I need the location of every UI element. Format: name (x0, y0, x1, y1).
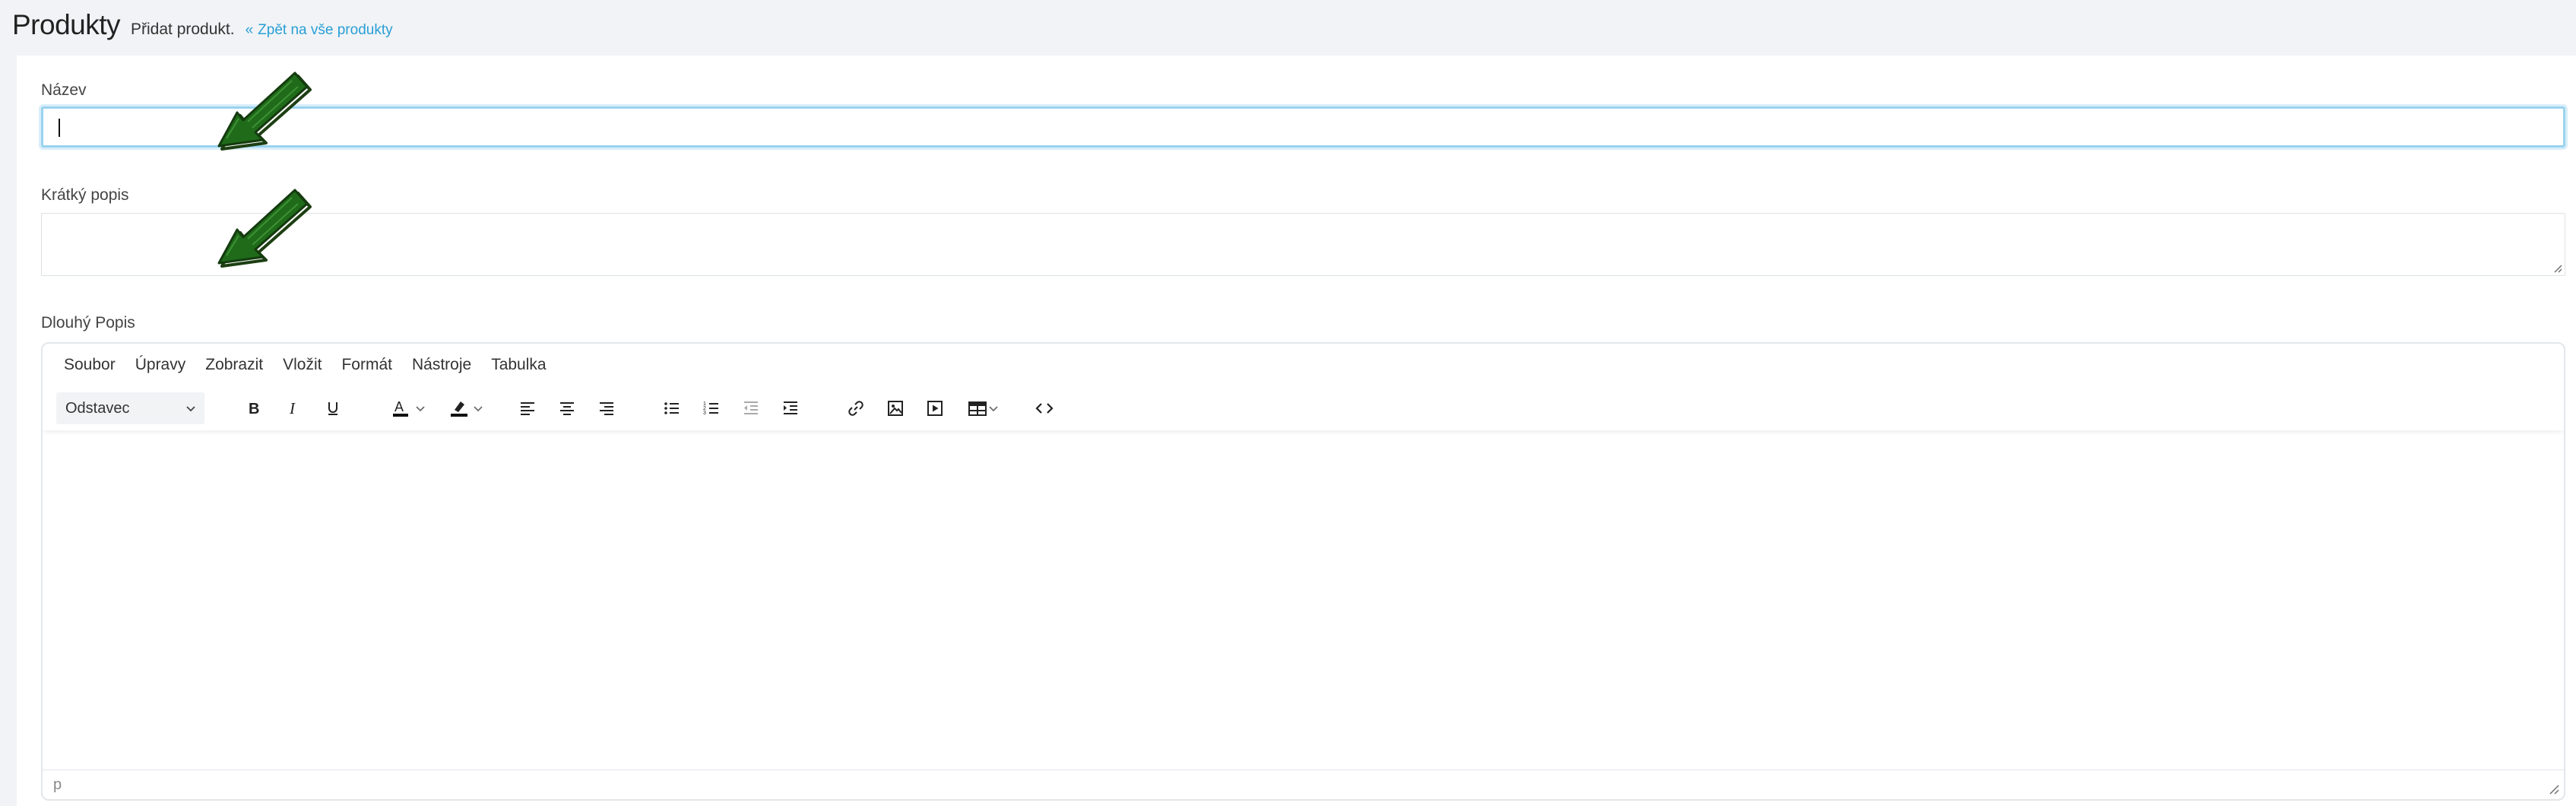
svg-text:B: B (249, 401, 259, 417)
align-left-icon (521, 402, 534, 415)
text-color-icon: A (393, 399, 408, 417)
element-path[interactable]: p (53, 776, 62, 794)
outdent-button[interactable] (737, 394, 765, 423)
menu-insert[interactable]: Vložit (283, 356, 322, 374)
italic-icon: I (289, 399, 296, 417)
image-icon (888, 401, 903, 416)
menu-file[interactable]: Soubor (64, 356, 116, 374)
chevron-down-icon (186, 406, 195, 412)
chevron-down-icon (416, 406, 425, 412)
svg-text:I: I (289, 399, 296, 417)
chevron-down-icon (474, 406, 483, 412)
resize-grip-icon[interactable] (2553, 264, 2562, 273)
double-chevron-left-icon: « (245, 22, 254, 38)
align-left-button[interactable] (514, 394, 541, 423)
insert-link-button[interactable] (842, 394, 870, 423)
link-icon (848, 401, 863, 416)
table-button[interactable] (961, 394, 1006, 423)
editor-toolbar: Odstavec B I A 1 2 3 (43, 386, 2564, 430)
bullet-list-button[interactable] (658, 394, 686, 423)
svg-text:A: A (394, 399, 404, 414)
highlight-color-button[interactable] (442, 394, 491, 423)
indent-icon (784, 401, 797, 414)
text-color-button[interactable]: A (385, 394, 433, 423)
indent-button[interactable] (777, 394, 804, 423)
insert-image-button[interactable] (882, 394, 909, 423)
numbered-list-button[interactable]: 123 (698, 394, 725, 423)
menu-format[interactable]: Formát (341, 356, 392, 374)
block-format-value: Odstavec (65, 399, 130, 417)
table-icon (968, 401, 987, 416)
page-header: Produkty Přidat produkt. « Zpět na vše p… (12, 9, 393, 47)
text-caret (59, 119, 60, 137)
numbered-list-icon: 123 (703, 401, 718, 416)
bold-button[interactable]: B (240, 394, 268, 423)
bold-icon: B (249, 401, 259, 417)
svg-text:3: 3 (703, 411, 706, 416)
insert-media-button[interactable] (921, 394, 949, 423)
menu-table[interactable]: Tabulka (491, 356, 546, 374)
menu-view[interactable]: Zobrazit (205, 356, 263, 374)
short-description-label: Krátký popis (41, 186, 129, 204)
annotation-arrow-icon (217, 71, 312, 151)
media-icon (927, 401, 943, 416)
underline-icon (328, 402, 337, 415)
editor-menubar: Soubor Úpravy Zobrazit Vložit Formát Nás… (43, 344, 2564, 386)
source-code-button[interactable] (1031, 394, 1058, 423)
underline-button[interactable] (319, 394, 347, 423)
align-center-icon (560, 402, 574, 415)
italic-button[interactable]: I (280, 394, 307, 423)
page-title: Produkty (12, 9, 121, 40)
menu-tools[interactable]: Nástroje (412, 356, 471, 374)
highlight-color-icon (451, 401, 467, 417)
align-right-button[interactable] (593, 394, 620, 423)
chevron-down-icon (989, 406, 998, 412)
long-description-label: Dlouhý Popis (41, 314, 135, 332)
block-format-select[interactable]: Odstavec (56, 392, 204, 424)
short-description-textarea[interactable] (41, 213, 2565, 276)
name-input[interactable] (41, 106, 2565, 148)
product-form-card: Název Krátký popis Dlouhý Popis Soubor Ú… (17, 56, 2576, 806)
page-subtitle: Přidat produkt. (131, 21, 235, 38)
menu-edit[interactable]: Úpravy (135, 356, 186, 374)
editor-content-area[interactable] (43, 430, 2564, 770)
outdent-icon (744, 401, 758, 414)
align-center-button[interactable] (553, 394, 581, 423)
rich-text-editor: Soubor Úpravy Zobrazit Vložit Formát Nás… (41, 342, 2565, 801)
back-to-products-link[interactable]: « Zpět na vše produkty (246, 22, 393, 39)
align-right-icon (600, 402, 613, 415)
name-label: Název (41, 81, 87, 99)
editor-statusbar: p (43, 770, 2564, 799)
source-code-icon (1035, 403, 1054, 414)
annotation-arrow-icon (217, 189, 312, 268)
back-link-label: Zpět na vše produkty (258, 22, 393, 38)
bullet-list-icon (664, 402, 679, 414)
resize-grip-icon[interactable] (2549, 784, 2559, 795)
